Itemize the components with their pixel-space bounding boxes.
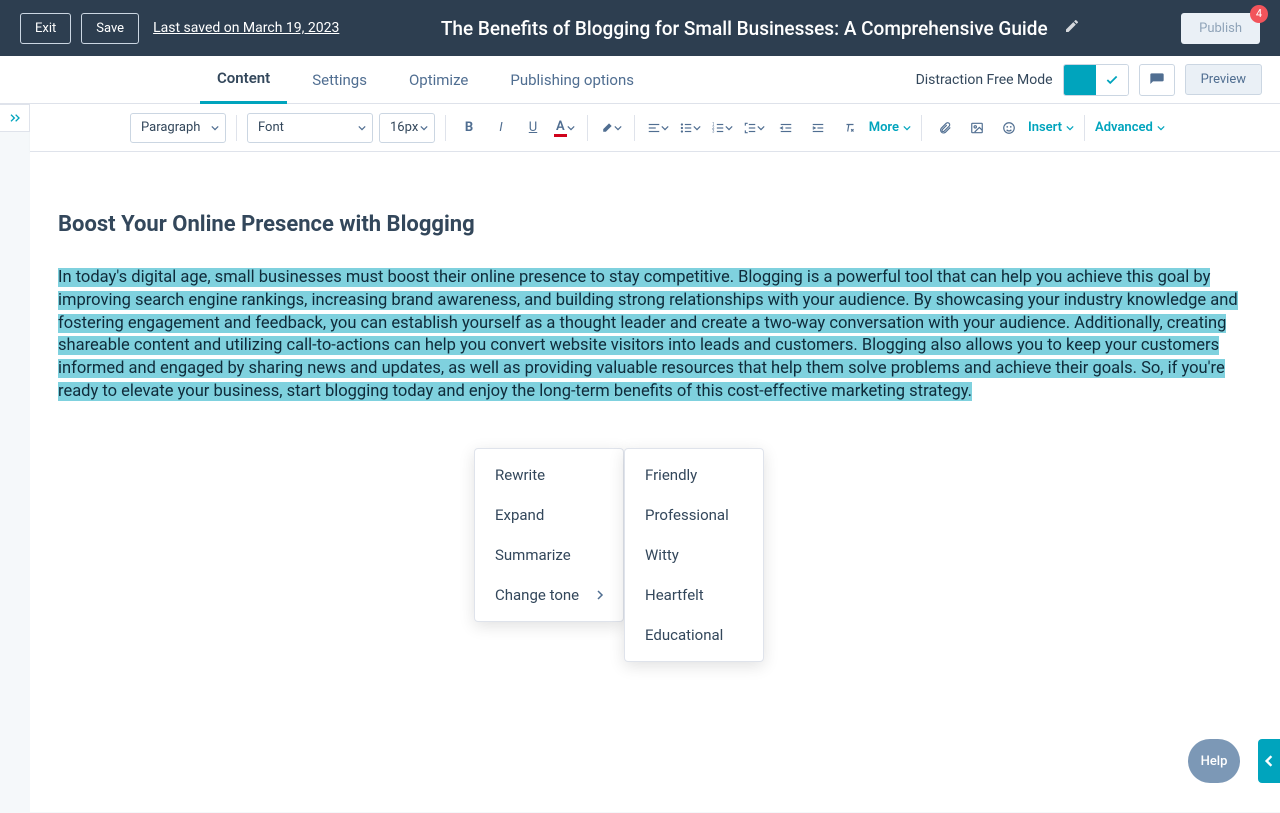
expand-sidebar-button[interactable] [0, 104, 30, 132]
exit-button[interactable]: Exit [20, 13, 71, 44]
svg-text:3: 3 [712, 128, 715, 133]
emoji-button[interactable] [996, 114, 1022, 142]
tab-content[interactable]: Content [200, 56, 287, 104]
line-height-button[interactable] [741, 121, 767, 135]
selected-text: In today's digital age, small businesses… [58, 268, 1238, 401]
highlight-button[interactable] [598, 121, 624, 135]
edit-title-icon[interactable] [1064, 18, 1080, 38]
caret-down-icon [903, 124, 911, 132]
menu-item-change-tone-label: Change tone [495, 586, 579, 604]
ai-actions-menu: Rewrite Expand Summarize Change tone [474, 448, 624, 622]
advanced-label: Advanced [1095, 120, 1153, 135]
menu-item-friendly[interactable]: Friendly [625, 455, 775, 495]
document-paragraph[interactable]: In today's digital age, small businesses… [58, 267, 1252, 404]
menu-item-change-tone[interactable]: Change tone [475, 575, 625, 615]
distraction-free-toggle[interactable] [1063, 64, 1129, 96]
size-select-label: 16px [390, 120, 418, 135]
comments-button[interactable] [1139, 64, 1175, 96]
numbered-list-button[interactable]: 123 [709, 121, 735, 135]
insert-label: Insert [1028, 120, 1062, 135]
tab-optimize[interactable]: Optimize [392, 56, 485, 104]
caret-down-icon [358, 124, 366, 132]
menu-item-expand[interactable]: Expand [475, 495, 625, 535]
more-label: More [869, 120, 899, 135]
indent-button[interactable] [805, 114, 831, 142]
tab-publishing-options[interactable]: Publishing options [493, 56, 651, 104]
help-button[interactable]: Help [1188, 739, 1240, 783]
tone-submenu: Friendly Professional Witty Heartfelt Ed… [624, 448, 764, 662]
tab-settings[interactable]: Settings [295, 56, 384, 104]
preview-button[interactable]: Preview [1185, 64, 1262, 95]
publish-badge: 4 [1250, 5, 1268, 23]
tabs: Content Settings Optimize Publishing opt… [200, 56, 651, 104]
attach-button[interactable] [932, 114, 958, 142]
editor-toolbar: Paragraph Font 16px B I U A [30, 104, 1280, 152]
underline-button[interactable]: U [520, 114, 546, 142]
caret-down-icon [725, 124, 733, 132]
caret-down-icon [1157, 124, 1165, 132]
document-heading[interactable]: Boost Your Online Presence with Blogging [58, 212, 1252, 237]
menu-item-witty[interactable]: Witty [625, 535, 775, 575]
page-title: The Benefits of Blogging for Small Busin… [441, 17, 1048, 40]
side-panel-toggle[interactable] [1258, 739, 1280, 783]
distraction-free-label: Distraction Free Mode [916, 72, 1053, 88]
caret-down-icon [757, 124, 765, 132]
last-saved-link[interactable]: Last saved on March 19, 2023 [153, 20, 339, 36]
bullet-list-button[interactable] [677, 121, 703, 135]
clear-formatting-button[interactable] [837, 114, 863, 142]
save-button[interactable]: Save [81, 13, 139, 44]
chevron-right-icon [595, 586, 605, 604]
size-select[interactable]: 16px [379, 113, 435, 143]
caret-down-icon [614, 124, 622, 132]
font-select-label: Font [258, 120, 284, 135]
caret-down-icon [693, 124, 701, 132]
menu-item-professional[interactable]: Professional [625, 495, 775, 535]
caret-down-icon [420, 124, 428, 132]
subbar: Content Settings Optimize Publishing opt… [0, 56, 1280, 104]
toggle-off-icon [1096, 65, 1128, 95]
menu-item-educational[interactable]: Educational [625, 615, 775, 655]
paragraph-select[interactable]: Paragraph [130, 113, 226, 143]
publish-button[interactable]: Publish 4 [1181, 13, 1260, 44]
more-dropdown[interactable]: More [869, 120, 911, 135]
advanced-dropdown[interactable]: Advanced [1095, 120, 1165, 135]
menu-item-summarize[interactable]: Summarize [475, 535, 625, 575]
italic-button[interactable]: I [488, 114, 514, 142]
insert-dropdown[interactable]: Insert [1028, 120, 1074, 135]
menu-item-heartfelt[interactable]: Heartfelt [625, 575, 775, 615]
font-select[interactable]: Font [247, 113, 373, 143]
caret-down-icon [661, 124, 669, 132]
publish-label: Publish [1199, 21, 1242, 36]
image-button[interactable] [964, 114, 990, 142]
text-color-button[interactable]: A [552, 119, 577, 137]
menu-item-rewrite[interactable]: Rewrite [475, 455, 625, 495]
paragraph-select-label: Paragraph [141, 120, 200, 135]
caret-down-icon [567, 124, 575, 132]
align-button[interactable] [645, 121, 671, 135]
bold-button[interactable]: B [456, 114, 482, 142]
outdent-button[interactable] [773, 114, 799, 142]
topbar: Exit Save Last saved on March 19, 2023 T… [0, 0, 1280, 56]
caret-down-icon [1066, 124, 1074, 132]
toggle-on-icon [1064, 65, 1096, 95]
caret-down-icon [211, 124, 219, 132]
